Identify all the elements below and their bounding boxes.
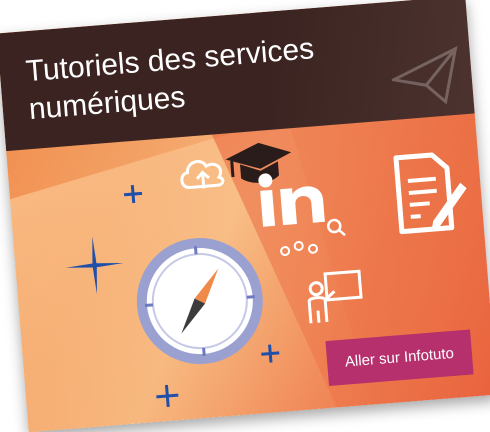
sparkle-icon xyxy=(65,236,124,295)
cloud-upload-icon xyxy=(180,160,225,190)
search-icon xyxy=(326,218,346,237)
compass-icon xyxy=(136,238,263,365)
sparkle-icon xyxy=(123,184,143,204)
paper-plane-icon xyxy=(389,46,458,105)
document-signature-icon xyxy=(393,152,467,235)
teacher-board-icon xyxy=(307,269,363,324)
infotuto-link-button[interactable]: Aller sur Infotuto xyxy=(325,329,474,386)
network-icon xyxy=(280,240,319,257)
tutorials-card[interactable]: Tutoriels des services numériques Aller … xyxy=(0,0,490,432)
sparkle-icon xyxy=(156,384,179,408)
